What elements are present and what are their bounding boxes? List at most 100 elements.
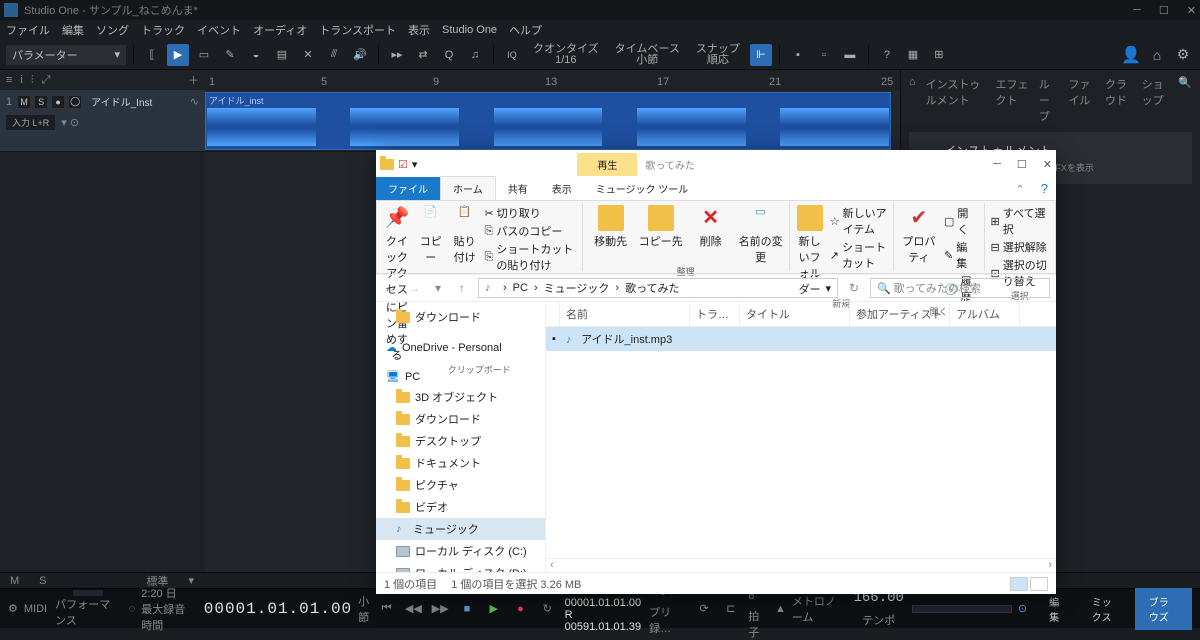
snap-setting[interactable]: スナップ順応 bbox=[690, 44, 746, 66]
bars-label[interactable]: 小節 bbox=[358, 593, 369, 625]
tab-share[interactable]: 共有 bbox=[496, 177, 540, 200]
home-icon[interactable]: ⌂ bbox=[909, 76, 916, 124]
paint-tool-icon[interactable]: ▤ bbox=[271, 44, 293, 66]
monitor-button[interactable]: ◯ bbox=[68, 95, 82, 109]
home-icon[interactable]: ⌂ bbox=[1146, 44, 1168, 66]
tab-music-tools[interactable]: ミュージック ツール bbox=[584, 177, 701, 200]
record-arm-button[interactable]: ● bbox=[51, 95, 65, 109]
help-icon[interactable]: ? bbox=[876, 44, 898, 66]
snap-toggle-icon[interactable]: ⊩ bbox=[750, 44, 772, 66]
toggle-icon[interactable]: ⊙ bbox=[1018, 602, 1027, 615]
maximize-button[interactable]: ☐ bbox=[1017, 158, 1027, 171]
loop-button[interactable]: ↻ bbox=[538, 598, 557, 620]
qat-save-icon[interactable]: ☑ bbox=[398, 158, 408, 171]
prerecord-label[interactable]: プリ録… bbox=[649, 604, 687, 636]
close-button[interactable]: ✕ bbox=[1187, 4, 1196, 17]
nav-documents[interactable]: ドキュメント bbox=[376, 452, 545, 474]
timebase-setting[interactable]: タイムベース小節 bbox=[609, 44, 686, 66]
breadcrumb[interactable]: ♪ ›PC ›ミュージック ›歌ってみた ▾ bbox=[478, 278, 838, 298]
copyto-button[interactable]: コピー先 bbox=[639, 205, 683, 249]
track-row[interactable]: 1 M S ● ◯ アイドル_Inst ∿ 入力 L+R ▾ ⊙ bbox=[0, 90, 205, 152]
edit-button[interactable]: ✎編集 bbox=[944, 239, 978, 271]
rewind-button[interactable]: ⏮ bbox=[377, 598, 396, 620]
nav-disk-c[interactable]: ローカル ディスク (C:) bbox=[376, 540, 545, 562]
quantize-setting[interactable]: クオンタイズ1/16 bbox=[527, 44, 605, 66]
moveto-button[interactable]: 移動先 bbox=[589, 205, 633, 249]
up-button[interactable]: ↑ bbox=[454, 281, 470, 295]
nav-music[interactable]: ♪ミュージック bbox=[376, 518, 545, 540]
expand-icon[interactable]: ⤢ bbox=[42, 74, 51, 87]
mute-tool-icon[interactable]: ✕ bbox=[297, 44, 319, 66]
settings-icon[interactable]: ⫶ bbox=[31, 74, 34, 87]
qat-menu-icon[interactable]: ▾ bbox=[412, 158, 418, 171]
file-row[interactable]: ▪ ♪ アイドル_inst.mp3 bbox=[546, 327, 1056, 351]
quantize-icon[interactable]: Q bbox=[438, 44, 460, 66]
tab-instruments[interactable]: インストゥルメント bbox=[926, 76, 986, 124]
menu-transport[interactable]: トランスポート bbox=[319, 22, 396, 38]
nav-videos[interactable]: ビデオ bbox=[376, 496, 545, 518]
nav-downloads2[interactable]: ダウンロード bbox=[376, 408, 545, 430]
collapse-ribbon-icon[interactable]: ⌃ bbox=[1008, 179, 1033, 200]
expand-icon[interactable]: ⟦ bbox=[141, 44, 163, 66]
search-icon[interactable]: 🔍 bbox=[1178, 76, 1192, 124]
menu-event[interactable]: イベント bbox=[197, 22, 241, 38]
back-button[interactable]: ← bbox=[382, 281, 398, 295]
iq-icon[interactable]: IQ bbox=[501, 44, 523, 66]
view-mode-switch[interactable] bbox=[1010, 577, 1048, 591]
search-input[interactable]: 🔍 歌ってみたの検索 bbox=[870, 278, 1050, 298]
play-context-tab[interactable]: 再生 bbox=[577, 153, 637, 176]
explorer-titlebar[interactable]: ☑ ▾ 再生 歌ってみた ─ ☐ ✕ bbox=[376, 150, 1056, 178]
autopunch-icon[interactable]: ⊏ bbox=[721, 598, 740, 620]
nav-3dobjects[interactable]: 3D オブジェクト bbox=[376, 386, 545, 408]
range-tool-icon[interactable]: ▭ bbox=[193, 44, 215, 66]
nav-pc[interactable]: 🖥PC bbox=[376, 367, 545, 386]
tab-browse[interactable]: ブラウズ bbox=[1135, 588, 1192, 630]
nav-disk-d[interactable]: ローカル ディスク (D:) bbox=[376, 562, 545, 572]
menu-studioone[interactable]: Studio One bbox=[442, 24, 497, 36]
macro-icon[interactable]: ♫ bbox=[464, 44, 486, 66]
global-mute-button[interactable]: M bbox=[10, 575, 19, 587]
cut-button[interactable]: ✂切り取り bbox=[485, 205, 576, 221]
menu-edit[interactable]: 編集 bbox=[62, 22, 84, 38]
track-lane[interactable]: アイドル_inst bbox=[205, 90, 900, 152]
metronome-icon[interactable]: ▲ bbox=[775, 603, 786, 615]
gear-icon[interactable]: ⚙ bbox=[8, 602, 18, 615]
back-button[interactable]: ◀◀ bbox=[404, 598, 423, 620]
replace-icon[interactable]: ⟳ bbox=[695, 598, 714, 620]
file-list-pane[interactable]: 名前 トラ… タイトル 参加アーティスト アルバム ▪ ♪ アイドル_inst.… bbox=[546, 302, 1056, 572]
audio-clip[interactable]: アイドル_inst bbox=[205, 92, 891, 150]
help-icon[interactable]: ? bbox=[1033, 177, 1056, 200]
auto3-icon[interactable]: ▬ bbox=[839, 44, 861, 66]
scroll-left-icon[interactable]: ‹ bbox=[550, 559, 554, 572]
tab-view[interactable]: 表示 bbox=[540, 177, 584, 200]
gear-icon[interactable]: ⚙ bbox=[1172, 44, 1194, 66]
tab-home[interactable]: ホーム bbox=[440, 176, 496, 200]
timeline-ruler[interactable]: 1 5 9 13 17 21 25 bbox=[205, 70, 900, 90]
paste-button[interactable]: 📋貼り付け bbox=[451, 205, 479, 265]
tab-files[interactable]: ファイル bbox=[1068, 76, 1095, 124]
paste-shortcut-button[interactable]: ⎘ショートカットの貼り付け bbox=[485, 241, 576, 273]
grid-icon[interactable]: ⊞ bbox=[928, 44, 950, 66]
scroll-right-icon[interactable]: › bbox=[1048, 559, 1052, 572]
auto1-icon[interactable]: ▪ bbox=[787, 44, 809, 66]
menu-song[interactable]: ソング bbox=[96, 22, 129, 38]
menu-view[interactable]: 表示 bbox=[408, 22, 430, 38]
minimize-button[interactable]: ─ bbox=[993, 158, 1001, 171]
nav-onedrive[interactable]: ☁OneDrive - Personal bbox=[376, 338, 545, 357]
menu-file[interactable]: ファイル bbox=[6, 22, 50, 38]
nav-pictures[interactable]: ピクチャ bbox=[376, 474, 545, 496]
refresh-button[interactable]: ↻ bbox=[846, 281, 862, 295]
info-icon[interactable]: i bbox=[20, 74, 22, 86]
stereo-icon[interactable]: ▾ ⊙ bbox=[61, 116, 79, 129]
tab-shop[interactable]: ショップ bbox=[1142, 76, 1169, 124]
select-none-button[interactable]: ⊟選択解除 bbox=[991, 239, 1049, 255]
tab-effects[interactable]: エフェクト bbox=[995, 76, 1028, 124]
bend-tool-icon[interactable]: ⫻ bbox=[323, 44, 345, 66]
add-track-icon[interactable]: ＋ bbox=[188, 72, 199, 88]
draw-tool-icon[interactable]: ✎ bbox=[219, 44, 241, 66]
action-icon[interactable]: ▸▸ bbox=[386, 44, 408, 66]
recent-button[interactable]: ▾ bbox=[430, 281, 446, 295]
eraser-tool-icon[interactable]: ◒ bbox=[245, 44, 267, 66]
user-icon[interactable]: 👤 bbox=[1120, 44, 1142, 66]
record-button[interactable]: ● bbox=[511, 598, 530, 620]
